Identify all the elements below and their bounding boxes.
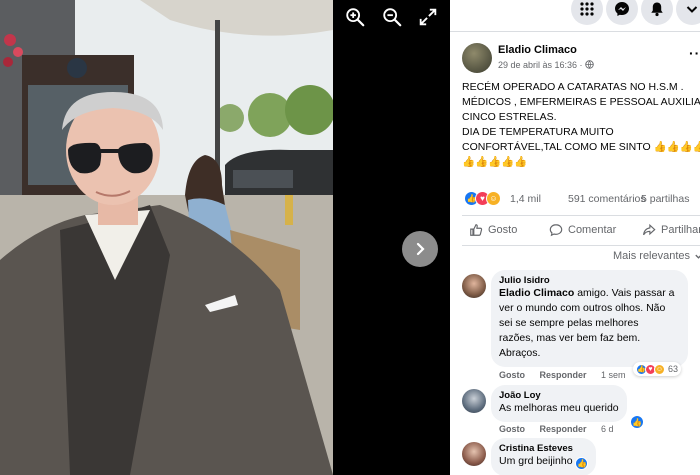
comment-reply-link[interactable]: Responder bbox=[540, 424, 587, 434]
like-label: Gosto bbox=[488, 224, 518, 236]
comment-bubble-icon bbox=[549, 224, 563, 237]
comment-text: Um grd beijinho 👍 bbox=[499, 454, 589, 470]
post-line: MÉDICOS , EMFERMEIRAS E PESSOAL AUXILIAR bbox=[462, 96, 700, 108]
top-bar bbox=[450, 0, 700, 28]
commenter-avatar[interactable] bbox=[462, 274, 486, 298]
messenger-button[interactable] bbox=[606, 0, 638, 25]
grid-menu-button[interactable] bbox=[571, 0, 603, 25]
comment-button[interactable]: Comentar bbox=[549, 223, 616, 237]
comment-like-link[interactable]: Gosto bbox=[499, 424, 525, 434]
commenter-avatar[interactable] bbox=[462, 389, 486, 413]
care-reaction-icon[interactable]: ☺ bbox=[486, 191, 501, 206]
chevron-right-icon bbox=[416, 242, 425, 256]
post-line: CINCO ESTRELAS. bbox=[462, 111, 557, 123]
comment-meta: Gosto Responder 1 sem bbox=[499, 370, 638, 380]
comment-item: João Loy As melhoras meu querido 👍 Gosto… bbox=[462, 385, 700, 439]
actions-bottom-divider bbox=[462, 245, 700, 246]
comment-item: Julio Isidro Eladio Climaco amigo. Vais … bbox=[462, 270, 700, 384]
post-text: RECÉM OPERADO A CATARATAS NO H.S.M . MÉD… bbox=[462, 80, 700, 170]
actions-top-divider bbox=[462, 215, 700, 216]
messenger-icon bbox=[615, 2, 629, 16]
post-side-panel: Eladio Climaco 29 de abril às 16:36 · ··… bbox=[450, 0, 700, 475]
like-reaction-icon[interactable]: 👍 bbox=[575, 457, 589, 470]
notifications-button[interactable] bbox=[641, 0, 673, 25]
author-avatar[interactable] bbox=[462, 43, 492, 73]
comment-line: sei se sempre pelas melhores bbox=[499, 317, 639, 329]
comment-like-link[interactable]: Gosto bbox=[499, 370, 525, 380]
like-button[interactable]: Gosto bbox=[469, 223, 517, 237]
comment-reply-link[interactable]: Responder bbox=[540, 370, 587, 380]
comments-count[interactable]: 591 comentários bbox=[568, 193, 646, 205]
globe-icon bbox=[585, 60, 594, 69]
comment-text: Eladio Climaco amigo. Vais passar a ver … bbox=[499, 286, 680, 361]
expand-arrows-icon[interactable] bbox=[417, 6, 439, 28]
chevron-down-icon bbox=[695, 254, 700, 259]
shares-count[interactable]: 5 partilhas bbox=[641, 193, 689, 205]
post-actions: Gosto Comentar Partilhar bbox=[450, 220, 700, 242]
author-name[interactable]: Eladio Climaco bbox=[498, 44, 577, 56]
comment-bubble: Cristina Esteves Um grd beijinho 👍 bbox=[491, 438, 597, 475]
like-reaction-icon[interactable]: 👍 bbox=[630, 415, 644, 429]
comment-sort-dropdown[interactable]: Mais relevantes bbox=[613, 250, 700, 262]
comment-line: ver o mundo com outros olhos. Não bbox=[499, 302, 666, 314]
reaction-count[interactable]: 1,4 mil bbox=[510, 193, 541, 205]
post-date-text[interactable]: 29 de abril às 16:36 · bbox=[498, 60, 583, 70]
mention-tag[interactable]: Eladio Climaco bbox=[499, 287, 574, 299]
comment-bubble: Julio Isidro Eladio Climaco amigo. Vais … bbox=[491, 270, 688, 367]
commenter-name[interactable]: Cristina Esteves bbox=[499, 443, 588, 454]
post-options-icon[interactable]: ··· bbox=[689, 45, 700, 61]
comment-label: Comentar bbox=[568, 224, 617, 236]
post-line: 👍👍👍👍👍 bbox=[462, 156, 528, 168]
comment-line: razões, mas ver bem faz bem. bbox=[499, 332, 641, 344]
post-photo[interactable] bbox=[0, 0, 333, 475]
photo-viewer bbox=[0, 0, 450, 475]
comment-line: Abraços. bbox=[499, 347, 541, 359]
photo-illustration bbox=[0, 0, 333, 475]
commenter-name[interactable]: João Loy bbox=[499, 390, 619, 401]
comment-item: Cristina Esteves Um grd beijinho 👍 bbox=[462, 438, 700, 475]
post-line: CONFORTÁVEL,TAL COMO ME SINTO 👍👍👍👍 bbox=[462, 141, 700, 153]
sort-label: Mais relevantes bbox=[613, 250, 691, 262]
post-line: RECÉM OPERADO A CATARATAS NO H.S.M . bbox=[462, 81, 684, 93]
bell-icon bbox=[651, 2, 663, 17]
account-menu-button[interactable] bbox=[676, 0, 700, 25]
top-divider bbox=[450, 31, 700, 32]
care-reaction-icon: ☺ bbox=[654, 363, 665, 375]
commenter-name[interactable]: Julio Isidro bbox=[499, 275, 680, 286]
reactions-summary: 👍 ♥ ☺ 1,4 mil 591 comentários 5 partilha… bbox=[464, 191, 700, 207]
comment-line: amigo. Vais passar a bbox=[574, 287, 675, 299]
commenter-avatar[interactable] bbox=[462, 442, 486, 466]
share-arrow-icon bbox=[643, 223, 656, 236]
comment-meta: Gosto Responder 6 d bbox=[499, 424, 626, 434]
comment-text-content: Um grd beijinho bbox=[499, 455, 573, 467]
chevron-down-icon bbox=[686, 6, 698, 13]
grid-menu-icon bbox=[580, 2, 594, 16]
comment-reaction-count: 63 bbox=[668, 364, 679, 374]
thumbs-up-icon bbox=[470, 224, 483, 236]
post-line: DIA DE TEMPERATURA MUITO bbox=[462, 126, 614, 138]
post-header: Eladio Climaco 29 de abril às 16:36 · ··… bbox=[462, 43, 700, 75]
magnifier-minus-icon[interactable] bbox=[381, 6, 403, 28]
share-label: Partilhar bbox=[661, 224, 700, 236]
comment-time[interactable]: 1 sem bbox=[601, 370, 626, 380]
comment-bubble: João Loy As melhoras meu querido bbox=[491, 385, 627, 422]
post-date[interactable]: 29 de abril às 16:36 · bbox=[498, 60, 594, 70]
next-photo-button[interactable] bbox=[402, 231, 438, 267]
comment-reactions[interactable]: 👍 ♥ ☺ 63 bbox=[633, 362, 682, 376]
facebook-photo-viewer: Eladio Climaco 29 de abril às 16:36 · ··… bbox=[0, 0, 700, 475]
share-button[interactable]: Partilhar bbox=[642, 223, 700, 237]
comment-time[interactable]: 6 d bbox=[601, 424, 614, 434]
comment-text: As melhoras meu querido bbox=[499, 402, 619, 414]
magnifier-plus-icon[interactable] bbox=[344, 6, 366, 28]
